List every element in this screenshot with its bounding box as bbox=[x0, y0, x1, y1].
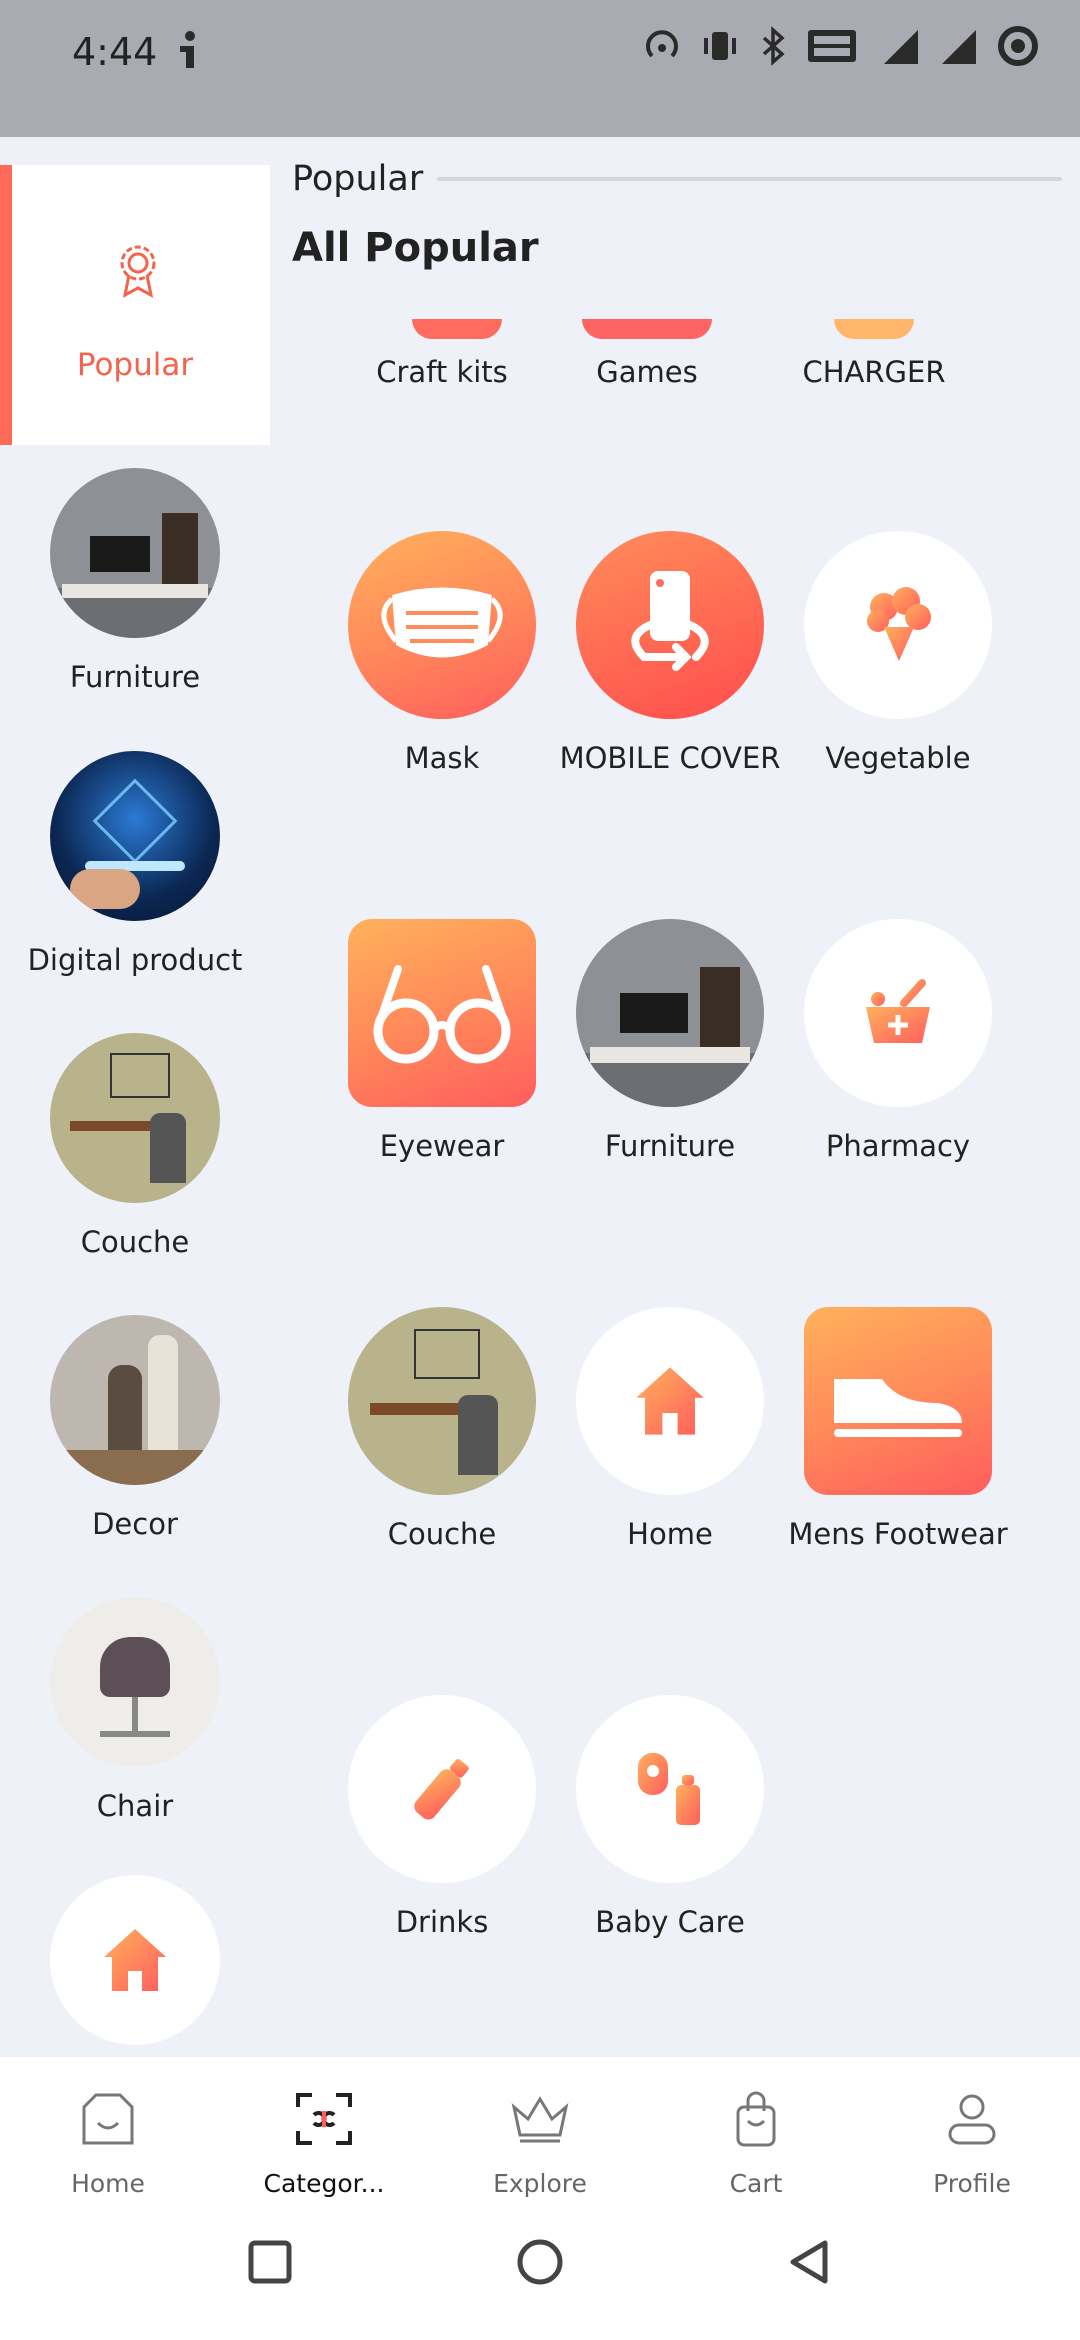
nav-home[interactable]: Home bbox=[0, 2087, 216, 2198]
category-item-eyewear[interactable]: Eyewear bbox=[326, 919, 558, 1163]
category-label: Home bbox=[627, 1517, 713, 1551]
shopping-bag-icon bbox=[736, 2091, 776, 2147]
sidebar-item-digital-product[interactable]: Digital product bbox=[0, 751, 270, 977]
back-icon[interactable] bbox=[785, 2237, 835, 2287]
sidebar-item-label: Couche bbox=[80, 1225, 190, 1259]
home-bag-icon bbox=[82, 2093, 134, 2145]
category-label: Furniture bbox=[604, 1129, 736, 1163]
category-item-mask[interactable]: Mask bbox=[326, 531, 558, 775]
chair-image bbox=[50, 1597, 220, 1767]
sidebar-item-label: Digital product bbox=[27, 943, 243, 977]
sidebar-item-label: Furniture bbox=[69, 660, 201, 694]
nav-label: Explore bbox=[493, 2169, 587, 2198]
nav-categories[interactable]: Categor... bbox=[216, 2087, 432, 2198]
baby-care-icon bbox=[576, 1695, 764, 1883]
signal-icon bbox=[942, 30, 976, 64]
category-item-baby-care[interactable]: Baby Care bbox=[554, 1695, 786, 1939]
category-label: Pharmacy bbox=[825, 1129, 971, 1163]
category-item-mens-footwear[interactable]: Mens Footwear bbox=[782, 1307, 1014, 1551]
nav-label: Cart bbox=[729, 2169, 783, 2198]
nav-profile[interactable]: Profile bbox=[864, 2087, 1080, 2198]
section-title: Popular bbox=[292, 159, 424, 199]
category-item-couche[interactable]: Couche bbox=[326, 1307, 558, 1551]
vegetable-icon bbox=[804, 531, 992, 719]
craft-kits-thumb bbox=[412, 319, 502, 339]
sidebar-item-label: Popular bbox=[76, 347, 194, 383]
category-sidebar: Popular Furniture Digital product Couche bbox=[0, 137, 270, 2057]
furniture-image bbox=[576, 919, 764, 1107]
page-title: All Popular bbox=[292, 225, 539, 271]
home-icon bbox=[50, 1875, 220, 2045]
couche-image bbox=[50, 1033, 220, 1203]
hotspot-icon bbox=[646, 30, 678, 58]
volte-icon bbox=[808, 30, 856, 62]
category-label: Baby Care bbox=[595, 1905, 745, 1939]
category-item-charger[interactable]: CHARGER bbox=[758, 355, 990, 389]
sidebar-item-label: Decor bbox=[92, 1507, 178, 1541]
scan-icon bbox=[296, 2093, 352, 2145]
battery-saver-icon bbox=[998, 26, 1038, 66]
mobile-cover-icon bbox=[576, 531, 764, 719]
category-label: Couche bbox=[387, 1517, 497, 1551]
decor-image bbox=[50, 1315, 220, 1485]
home-icon bbox=[576, 1307, 764, 1495]
nav-cart[interactable]: Cart bbox=[648, 2087, 864, 2198]
nav-explore[interactable]: Explore bbox=[432, 2087, 648, 2198]
games-thumb bbox=[582, 319, 712, 339]
status-bar: 4:44 bbox=[0, 0, 1080, 137]
shoe-icon bbox=[804, 1307, 992, 1495]
furniture-image bbox=[50, 468, 220, 638]
category-item-drinks[interactable]: Drinks bbox=[326, 1695, 558, 1939]
bottom-nav: Home Categor... Explore Cart Profile bbox=[0, 2057, 1080, 2340]
nav-label: Home bbox=[71, 2169, 145, 2198]
recents-icon[interactable] bbox=[245, 2237, 295, 2287]
status-time: 4:44 bbox=[72, 30, 158, 74]
category-item-mobile-cover[interactable]: MOBILE COVER bbox=[554, 531, 786, 775]
sidebar-item-label: Chair bbox=[96, 1789, 174, 1823]
award-icon bbox=[115, 243, 161, 303]
category-label: Mask bbox=[404, 741, 480, 775]
category-item-pharmacy[interactable]: Pharmacy bbox=[782, 919, 1014, 1163]
sidebar-item-popular[interactable]: Popular bbox=[0, 165, 270, 445]
signal-4g-icon bbox=[884, 30, 918, 64]
category-label: Drinks bbox=[395, 1905, 489, 1939]
sidebar-item-decor[interactable]: Decor bbox=[0, 1315, 270, 1541]
category-label: Eyewear bbox=[379, 1129, 505, 1163]
pharmacy-icon bbox=[804, 919, 992, 1107]
vibrate-icon bbox=[704, 32, 736, 60]
status-icons bbox=[642, 24, 1040, 68]
category-label: Vegetable bbox=[825, 741, 971, 775]
category-grid-panel: Popular All Popular Craft kits Games CHA… bbox=[270, 137, 1080, 2057]
bluetooth-icon bbox=[762, 26, 785, 66]
digital-product-image bbox=[50, 751, 220, 921]
bottle-icon bbox=[348, 1695, 536, 1883]
category-item-craft-kits[interactable]: Craft kits bbox=[326, 355, 558, 389]
category-label: Mens Footwear bbox=[788, 1517, 1008, 1551]
crown-icon bbox=[511, 2096, 569, 2143]
eyewear-icon bbox=[348, 919, 536, 1107]
category-item-furniture[interactable]: Furniture bbox=[554, 919, 786, 1163]
category-item-home[interactable]: Home bbox=[554, 1307, 786, 1551]
category-item-vegetable[interactable]: Vegetable bbox=[782, 531, 1014, 775]
sidebar-item-couche[interactable]: Couche bbox=[0, 1033, 270, 1259]
nav-label: Profile bbox=[933, 2169, 1011, 2198]
home-circle-icon[interactable] bbox=[515, 2237, 565, 2287]
user-icon bbox=[948, 2094, 996, 2145]
couche-image bbox=[348, 1307, 536, 1495]
category-item-games[interactable]: Games bbox=[531, 355, 763, 389]
sidebar-item-chair[interactable]: Chair bbox=[0, 1597, 270, 1823]
system-nav-bar bbox=[0, 2237, 1080, 2287]
section-divider bbox=[437, 177, 1062, 181]
sidebar-item-furniture[interactable]: Furniture bbox=[0, 468, 270, 694]
info-icon bbox=[170, 28, 204, 76]
category-label: MOBILE COVER bbox=[559, 741, 781, 775]
section-header: Popular bbox=[292, 159, 1062, 199]
charger-thumb bbox=[834, 319, 914, 339]
nav-label: Categor... bbox=[263, 2169, 385, 2198]
sidebar-item-home[interactable] bbox=[0, 1875, 270, 2045]
mask-icon bbox=[348, 531, 536, 719]
active-indicator bbox=[0, 165, 12, 445]
